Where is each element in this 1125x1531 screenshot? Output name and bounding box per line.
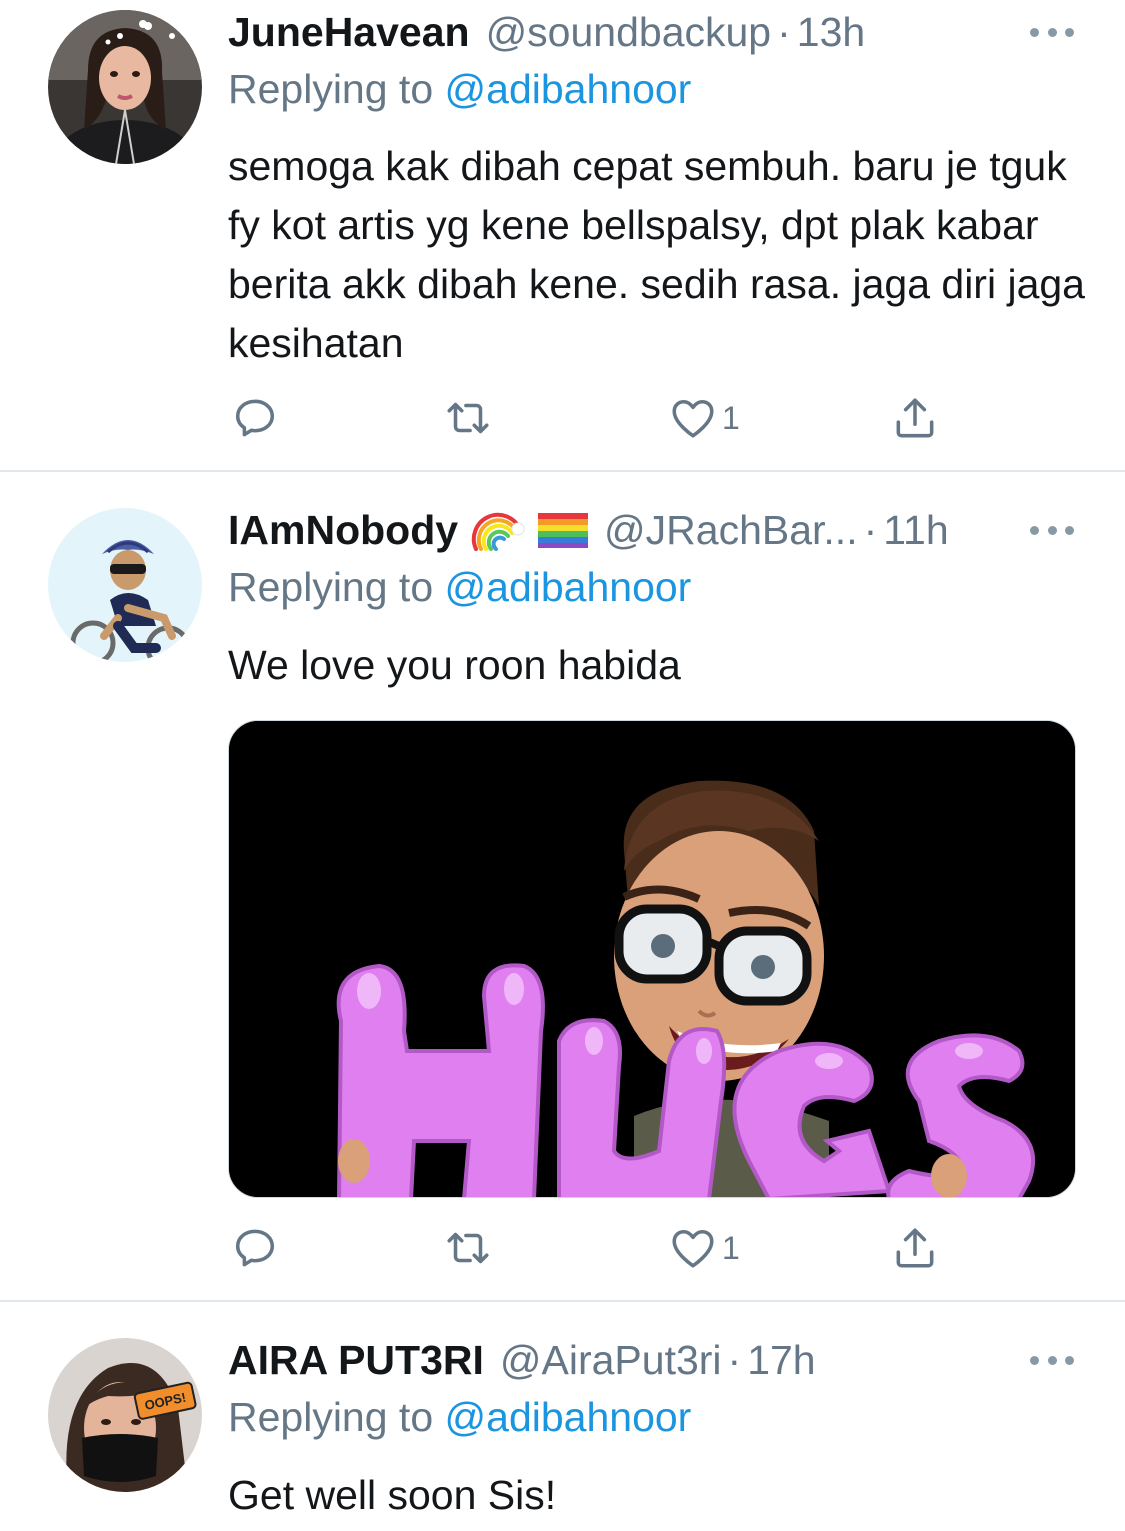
rainbow-icon xyxy=(470,507,526,553)
share-icon xyxy=(896,1228,934,1268)
mention-link[interactable]: @adibahnoor xyxy=(445,66,692,112)
more-options-icon[interactable] xyxy=(1030,22,1074,42)
share-button[interactable] xyxy=(890,1220,940,1276)
share-icon xyxy=(896,398,934,438)
rainbow-flag-icon xyxy=(538,511,589,549)
like-button[interactable]: 1 xyxy=(668,390,740,446)
tweet-actions: 1 xyxy=(0,390,1125,446)
reply-icon xyxy=(235,399,275,437)
tweet-text: Get well soon Sis! xyxy=(228,1472,557,1518)
reply-icon xyxy=(235,1229,275,1267)
tweet-text: semoga kak dibah cepat sembuh. baru je t… xyxy=(228,143,1085,366)
tweet-text: We love you roon habida xyxy=(228,642,681,688)
avatar[interactable]: OOPS! xyxy=(48,1338,202,1492)
timestamp[interactable]: 11h xyxy=(883,507,948,554)
user-handle[interactable]: @AiraPut3ri xyxy=(500,1337,722,1384)
replying-prefix: Replying to xyxy=(228,564,434,610)
like-button[interactable]: 1 xyxy=(668,1220,740,1276)
like-count: 1 xyxy=(722,399,740,436)
replying-to: Replying to @adibahnoor xyxy=(228,66,691,113)
timestamp[interactable]: 13h xyxy=(797,9,865,56)
tweet-header: IAmNobody @JRachBar... · 11h xyxy=(228,500,949,560)
replying-to: Replying to @adibahnoor xyxy=(228,1394,691,1441)
retweet-icon xyxy=(447,1232,489,1264)
more-options-icon[interactable] xyxy=(1030,520,1074,540)
display-name[interactable]: IAmNobody xyxy=(228,507,458,554)
more-options-icon[interactable] xyxy=(1030,1350,1074,1370)
heart-icon xyxy=(672,399,714,438)
media-image[interactable] xyxy=(228,720,1076,1198)
separator-dot: · xyxy=(863,506,878,553)
tweet[interactable]: JuneHavean @soundbackup · 13h Replying t… xyxy=(0,0,1125,470)
timestamp[interactable]: 17h xyxy=(747,1337,815,1384)
tweet[interactable]: OOPS! AIRA PUT3RI @AiraPut3ri · 17h Repl… xyxy=(0,1302,1125,1531)
retweet-icon xyxy=(447,402,489,434)
avatar[interactable] xyxy=(48,10,202,164)
mention-link[interactable]: @adibahnoor xyxy=(445,1394,692,1440)
display-name[interactable]: AIRA PUT3RI xyxy=(228,1337,484,1384)
mention-link[interactable]: @adibahnoor xyxy=(445,564,692,610)
avatar[interactable] xyxy=(48,508,202,662)
replying-prefix: Replying to xyxy=(228,66,434,112)
separator-dot: · xyxy=(727,1336,742,1383)
like-count: 1 xyxy=(722,1229,740,1266)
user-handle[interactable]: @JRachBar... xyxy=(604,507,858,554)
tweet-header: JuneHavean @soundbackup · 13h xyxy=(228,2,865,62)
share-button[interactable] xyxy=(890,390,940,446)
reply-button[interactable] xyxy=(230,390,280,446)
replying-to: Replying to @adibahnoor xyxy=(228,564,691,611)
tweet-actions: 1 xyxy=(0,1220,1125,1276)
separator-dot: · xyxy=(777,8,791,55)
heart-icon xyxy=(672,1229,714,1268)
reply-button[interactable] xyxy=(230,1220,280,1276)
retweet-button[interactable] xyxy=(443,1220,493,1276)
tweet-header: AIRA PUT3RI @AiraPut3ri · 17h xyxy=(228,1330,816,1390)
replying-prefix: Replying to xyxy=(228,1394,434,1440)
display-name[interactable]: JuneHavean xyxy=(228,9,470,56)
user-handle[interactable]: @soundbackup xyxy=(486,9,772,56)
tweet[interactable]: IAmNobody @JRachBar... · 11h Replying to… xyxy=(0,472,1125,1300)
retweet-button[interactable] xyxy=(443,390,493,446)
